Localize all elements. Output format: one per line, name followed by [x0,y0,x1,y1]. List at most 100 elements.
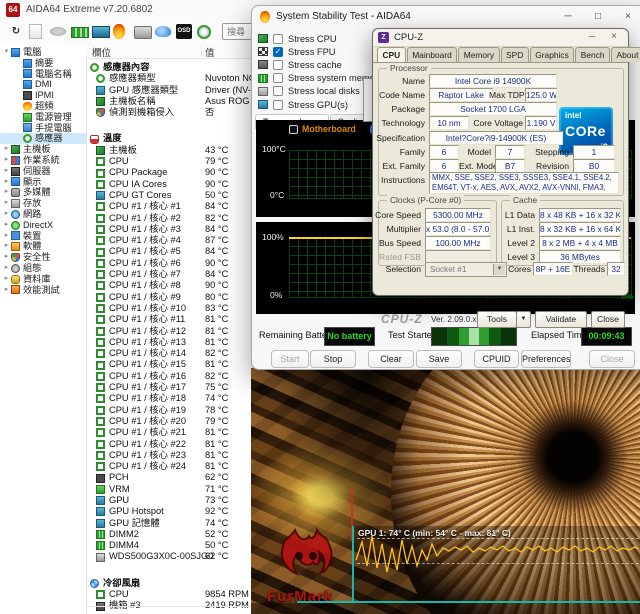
sidebar-item-icon [23,69,32,78]
sidebar-item[interactable]: ▸ 作業系統 [0,155,86,166]
corespeed-field: 5300.00 MHz [425,208,491,222]
row-label: CPU #1 / 核心 #3 [109,224,181,235]
stability-button[interactable]: Clear [368,350,414,368]
sidebar-item-label: 電腦 [23,47,41,58]
close-button[interactable]: × [614,6,640,28]
sidebar-item[interactable]: ▸ 效能測試 [0,285,86,296]
sidebar-item[interactable]: DMI [0,79,86,90]
expander-icon[interactable]: ▸ [2,285,11,296]
socket-select[interactable]: Socket #1 ▼ [425,262,507,277]
sidebar-item-icon [23,80,32,89]
sidebar-item[interactable]: ▸ 主機板 [0,144,86,155]
sidebar-item[interactable]: ▸ 存放 [0,198,86,209]
stress-checkbox[interactable] [273,73,283,83]
cpuz-tab[interactable]: Memory [458,47,499,62]
stability-button[interactable]: CPUID [474,350,519,368]
stress-checkbox[interactable] [273,100,283,110]
sidebar-item[interactable]: ▸ 裝置 [0,231,86,242]
sidebar-item[interactable]: 手提電腦 [0,123,86,134]
maximize-button[interactable]: □ [584,6,612,28]
flame-icon[interactable] [113,24,125,39]
sidebar-item-icon [11,285,20,294]
sidebar-item-label: 裝置 [23,231,41,242]
tools-button[interactable]: Tools [477,311,517,328]
sidebar-item[interactable]: ▸ DirectX [0,220,86,231]
expander-icon[interactable]: ▸ [2,198,11,209]
cpuz-app-icon: Z [378,32,389,43]
sidebar-item[interactable]: ▾ 電腦 [0,47,86,58]
cpuz-close-button[interactable]: Close [591,311,625,328]
close-button[interactable]: × [606,31,622,44]
cpuz-tab[interactable]: About [611,47,640,62]
sidebar-item[interactable]: 電源管理 [0,112,86,123]
stability-button[interactable]: Save [416,350,462,368]
stability-button[interactable]: Close [589,350,635,368]
sidebar-item[interactable]: 超頻 [0,101,86,112]
report-icon[interactable] [29,24,42,39]
stress-checkbox[interactable] [273,47,283,57]
stability-button[interactable]: Start [271,350,309,368]
sidebar-item[interactable]: 電腦名稱 [0,69,86,80]
column-value[interactable]: 值 [205,45,215,59]
sidebar-item-label: 軟體 [23,241,41,252]
sidebar-item[interactable]: 感應器 [0,133,86,144]
column-separator [201,45,202,57]
stress-checkbox[interactable] [273,60,283,70]
expander-icon[interactable]: ▸ [2,252,11,263]
cpuz-tab[interactable]: Mainboard [407,47,458,62]
minimize-button[interactable]: ─ [554,6,582,28]
sidebar-item[interactable]: IPMI [0,90,86,101]
expander-icon[interactable]: ▸ [2,263,11,274]
expander-icon[interactable]: ▸ [2,209,11,220]
osd-icon[interactable]: OSD [176,24,192,39]
row-label: WDS500G3X0C-00SJG0 [109,551,213,562]
sidebar-item[interactable]: ▸ 組態 [0,263,86,274]
tools-dropdown-button[interactable]: ▼ [516,311,531,328]
minimize-button[interactable]: ─ [584,31,600,44]
expander-icon[interactable]: ▸ [2,166,11,177]
column-field[interactable]: 欄位 [92,45,111,59]
row-icon [96,202,105,211]
expander-icon[interactable]: ▸ [2,187,11,198]
stability-button[interactable]: Stop [310,350,356,368]
row-label: CPU #1 / 核心 #8 [109,280,181,291]
expander-icon[interactable]: ▸ [2,220,11,231]
expander-icon[interactable]: ▸ [2,155,11,166]
cpuz-tab[interactable]: SPD [501,47,529,62]
sidebar-item[interactable]: 摘要 [0,58,86,69]
stress-checkbox[interactable] [273,34,283,44]
expander-icon[interactable]: ▸ [2,231,11,242]
expander-icon[interactable]: ▸ [2,274,11,285]
cpuz-tab[interactable]: CPU [377,47,406,62]
screenshot-icon[interactable] [134,26,152,39]
sidebar-item-icon [11,231,20,240]
sidebar-item[interactable]: ▸ 軟體 [0,241,86,252]
sidebar-item-label: 安全性 [23,252,51,263]
sidebar-item-icon [23,91,32,100]
row-label: GPU 感應器類型 [109,85,178,96]
sidebar-item[interactable]: ▸ 多媒體 [0,187,86,198]
cpuz-tab[interactable]: Bench [575,47,610,62]
devices-icon[interactable] [50,27,66,36]
sidebar-item[interactable]: ▸ 顯示 [0,177,86,188]
sidebar-item[interactable]: ▸ 伺服器 [0,166,86,177]
validate-button[interactable]: Validate [535,311,587,328]
expander-icon[interactable]: ▸ [2,144,11,155]
expander-icon[interactable]: ▸ [2,177,11,188]
expander-icon[interactable]: ▸ [2,241,11,252]
legend-checkbox[interactable] [289,125,298,134]
expander-icon[interactable]: ▾ [2,47,11,58]
gauge-icon[interactable] [197,25,211,39]
sidebar-item[interactable]: ▸ 網路 [0,209,86,220]
cloud-icon[interactable] [155,26,171,37]
row-label: PCH [109,472,129,483]
flame-icon [260,11,270,23]
videocard-icon[interactable] [92,26,110,38]
refresh-icon[interactable]: ↻ [8,24,24,39]
sidebar-item[interactable]: ▸ 資料庫 [0,274,86,285]
memory-icon[interactable] [71,27,89,38]
stress-checkbox[interactable] [273,86,283,96]
cpuz-tab[interactable]: Graphics [530,47,575,62]
stability-button[interactable]: Preferences [521,350,571,368]
sidebar-item[interactable]: ▸ 安全性 [0,252,86,263]
